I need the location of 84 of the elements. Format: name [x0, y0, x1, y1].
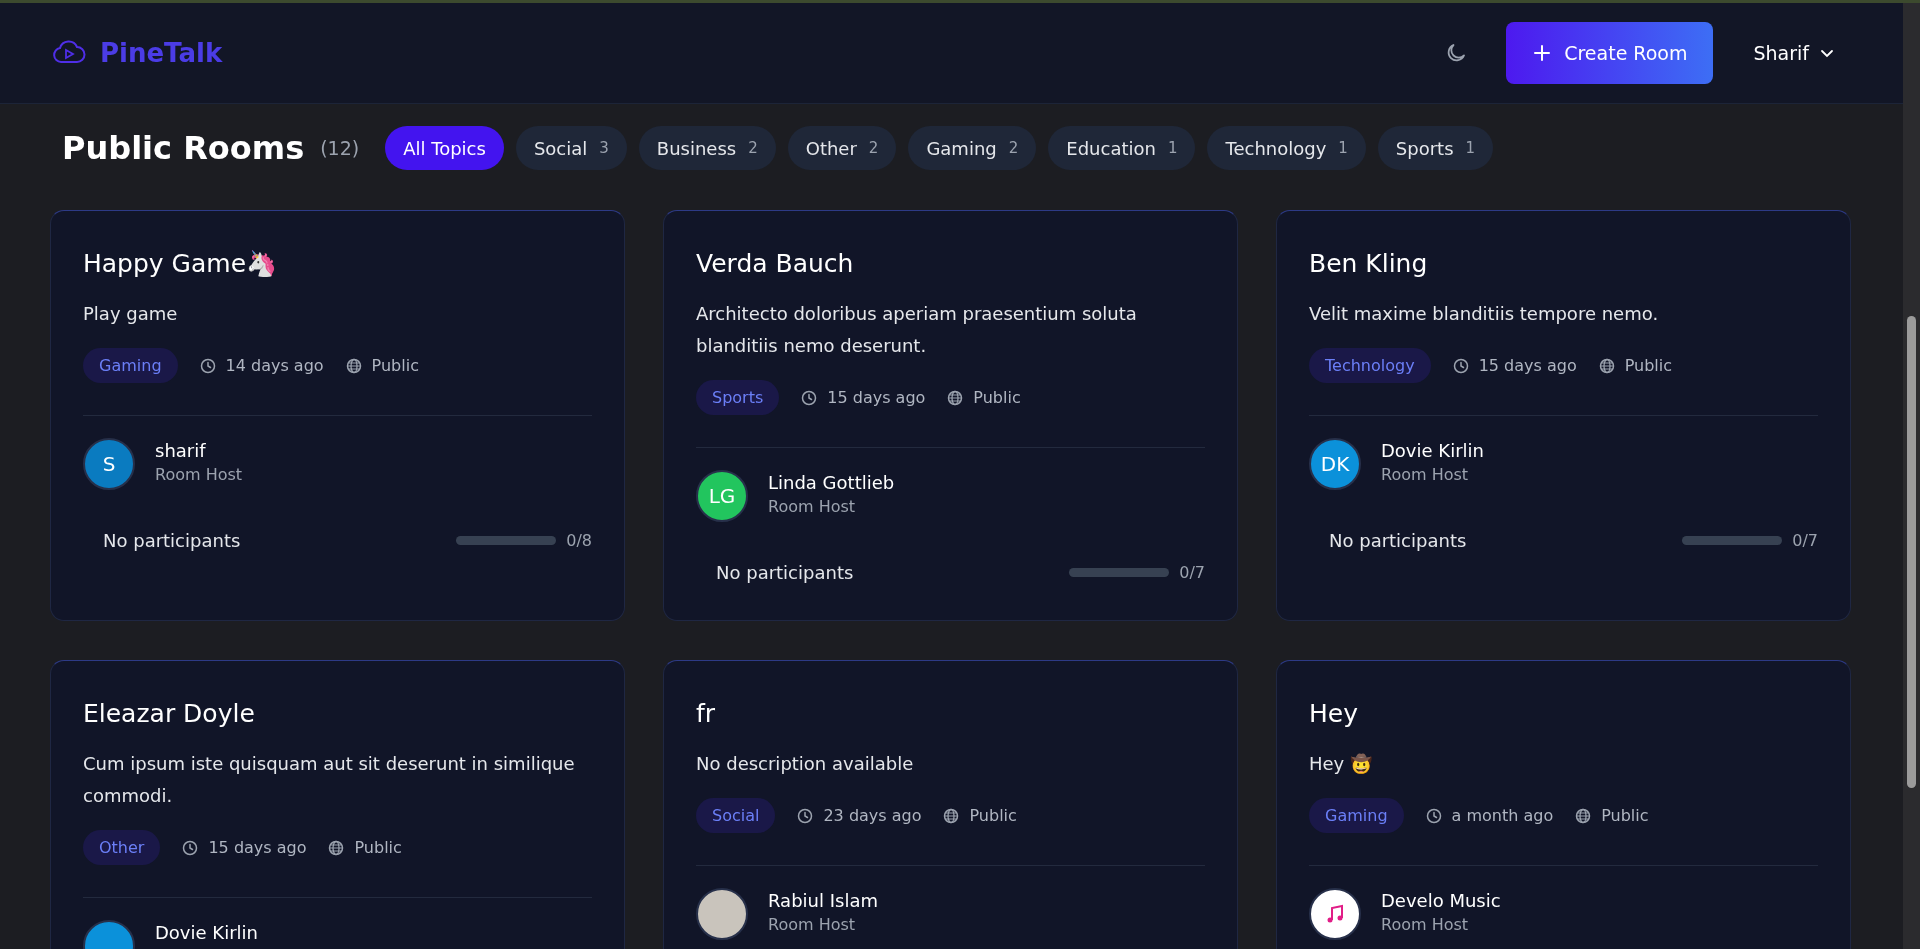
capacity-count: 0/7 — [1179, 563, 1205, 582]
plus-icon — [1532, 43, 1553, 63]
visibility-label: Public — [969, 806, 1017, 825]
room-description: Hey 🤠 — [1309, 752, 1373, 776]
globe-icon — [328, 839, 345, 856]
clock-icon — [1452, 357, 1469, 374]
cloud-play-icon — [52, 40, 86, 66]
host-name: sharif — [155, 440, 207, 461]
created-time: 15 days ago — [208, 838, 307, 857]
room-title: Hey — [1309, 699, 1359, 728]
room-description: Cum ipsum iste quisquam aut sit deserunt in similique commodi. — [83, 752, 576, 808]
host-role: Room Host — [768, 915, 857, 934]
room-count: (12) — [320, 137, 360, 159]
capacity-count: 0/8 — [566, 531, 592, 550]
room-title: Verda Bauch — [696, 249, 855, 278]
scrollbar[interactable] — [1903, 3, 1920, 949]
host-avatar: DK — [1309, 438, 1361, 490]
topic-filter[interactable]: Technology 1 — [1207, 126, 1366, 170]
capacity-count: 0/7 — [1792, 531, 1818, 550]
room-description: Play game — [83, 302, 179, 326]
room-card[interactable]: Hey Hey 🤠 Gaming a month ago Public Develo Music Room Host — [1276, 660, 1851, 949]
topic-tag: Gaming — [1309, 798, 1404, 833]
visibility-label: Public — [371, 356, 419, 375]
topic-filter[interactable]: All Topics — [385, 126, 504, 170]
topic-tag: Other — [83, 830, 161, 865]
globe-icon — [1598, 357, 1615, 374]
user-menu[interactable]: Sharif — [1735, 42, 1853, 64]
host-role: Room Host — [1381, 915, 1470, 934]
clock-icon — [182, 839, 199, 856]
room-description: Architecto doloribus aperiam praesentium soluta blanditiis nemo deserunt. — [696, 302, 1138, 358]
globe-icon — [943, 807, 960, 824]
room-title: Happy Game🦄 — [83, 249, 279, 278]
room-card[interactable]: Eleazar Doyle Cum ipsum iste quisquam aut sit deserunt in similique commodi. Other 15 days ago Public Dovie Kirlin — [50, 660, 625, 949]
topic-filter[interactable]: Other 2 — [787, 126, 897, 170]
topic-tag: Sports — [696, 380, 780, 415]
host-name: Linda Gottlieb — [768, 472, 895, 493]
topic-tag: Gaming — [83, 348, 178, 383]
room-card[interactable]: fr No description available Social 23 days ago Public Rabiul Islam Room Host — [663, 660, 1238, 949]
topic-tag: Technology — [1309, 348, 1431, 383]
room-card[interactable]: Ben Kling Velit maxime blanditiis tempore nemo. Technology 15 days ago Public DK Dovie Kirlin Room Host No participants 0/7 — [1276, 210, 1851, 621]
topic-filter[interactable]: Education 1 — [1048, 126, 1196, 170]
room-description: No description available — [696, 752, 915, 776]
host-name: Dovie Kirlin — [1381, 440, 1484, 461]
clock-icon — [801, 389, 818, 406]
avatar-photo-placeholder — [696, 888, 748, 940]
created-time: 15 days ago — [827, 388, 926, 407]
globe-icon — [1575, 807, 1592, 824]
host-avatar: S — [83, 438, 135, 490]
host-name: Rabiul Islam — [768, 890, 878, 911]
host-avatar: LG — [696, 470, 748, 522]
room-card[interactable]: Verda Bauch Architecto doloribus aperiam praesentium soluta blanditiis nemo deserunt. Sports 15 days ago Public LG Linda Gottlieb Room Host No participants 0/7 — [663, 210, 1238, 621]
created-time: 14 days ago — [225, 356, 324, 375]
create-room-button[interactable]: Create Room — [1506, 22, 1714, 84]
participants-label: No participants — [1329, 530, 1467, 551]
host-name: Dovie Kirlin — [155, 922, 258, 943]
topic-filter[interactable]: Sports 1 — [1377, 126, 1494, 170]
created-time: 15 days ago — [1478, 356, 1577, 375]
room-title: Eleazar Doyle — [83, 699, 256, 728]
created-time: 23 days ago — [823, 806, 922, 825]
visibility-label: Public — [973, 388, 1021, 407]
clock-icon — [199, 357, 216, 374]
room-title: Ben Kling — [1309, 249, 1429, 278]
room-description: Velit maxime blanditiis tempore nemo. — [1309, 302, 1660, 326]
host-role: Room Host — [768, 497, 857, 516]
clock-icon — [797, 807, 814, 824]
room-title: fr — [696, 699, 717, 728]
page-title: Public Rooms — [62, 129, 305, 167]
clock-icon — [1425, 807, 1442, 824]
topic-filter[interactable]: Business 2 — [638, 126, 776, 170]
host-role: Room Host — [1381, 465, 1470, 484]
participants-label: No participants — [716, 562, 854, 583]
participants-label: No participants — [103, 530, 241, 551]
host-role: Room Host — [155, 465, 243, 484]
topic-filter[interactable]: Social 3 — [515, 126, 627, 170]
visibility-label: Public — [354, 838, 402, 857]
host-name: Develo Music — [1381, 890, 1501, 911]
visibility-label: Public — [1624, 356, 1673, 375]
globe-icon — [947, 389, 964, 406]
visibility-label: Public — [1601, 806, 1649, 825]
room-card[interactable]: Happy Game🦄 Play game Gaming 14 days ago Public S sharif Room Host No participants 0/8 — [50, 210, 625, 621]
globe-icon — [345, 357, 362, 374]
topic-tag: Social — [696, 798, 776, 833]
created-time: a month ago — [1451, 806, 1554, 825]
topic-filter[interactable]: Gaming 2 — [908, 126, 1037, 170]
